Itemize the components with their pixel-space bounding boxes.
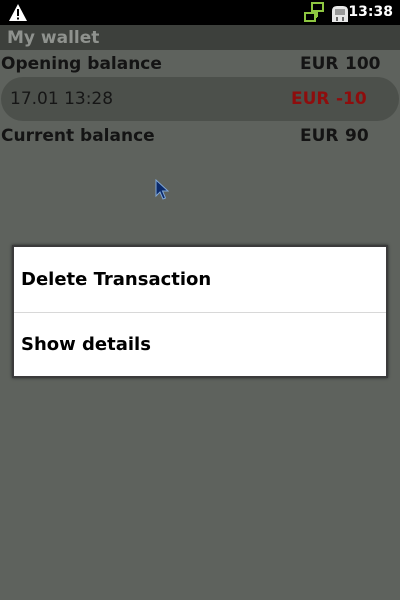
warning-icon — [9, 4, 27, 21]
app-screen: 13:38 My wallet Opening balance EUR 100 … — [0, 0, 400, 600]
current-balance-currency: EUR — [300, 126, 339, 146]
opening-balance-currency: EUR — [300, 54, 339, 74]
opening-balance-amount: 100 — [345, 54, 381, 74]
opening-balance-label: Opening balance — [1, 54, 162, 74]
status-time: 13:38 — [348, 4, 393, 20]
show-details-label: Show details — [21, 334, 151, 355]
title-bar: My wallet — [0, 25, 400, 50]
opening-balance-row[interactable]: Opening balance EUR 100 — [0, 53, 400, 75]
status-bar: 13:38 — [0, 0, 400, 25]
network-icon — [304, 2, 324, 22]
transaction-amount: -10 — [336, 89, 367, 109]
current-balance-row[interactable]: Current balance EUR 90 — [0, 125, 400, 147]
transaction-currency: EUR — [291, 89, 330, 109]
transaction-row[interactable]: 17.01 13:28 EUR -10 — [1, 77, 399, 121]
current-balance-amount: 90 — [345, 126, 369, 146]
transaction-date: 17.01 13:28 — [10, 89, 114, 109]
delete-transaction-label: Delete Transaction — [21, 269, 212, 290]
app-title: My wallet — [7, 28, 100, 48]
current-balance-label: Current balance — [1, 126, 155, 146]
mouse-cursor-icon — [155, 179, 169, 200]
show-details-menu-item[interactable]: Show details — [14, 312, 386, 377]
delete-transaction-menu-item[interactable]: Delete Transaction — [14, 247, 386, 312]
context-menu: Delete Transaction Show details — [12, 245, 388, 378]
